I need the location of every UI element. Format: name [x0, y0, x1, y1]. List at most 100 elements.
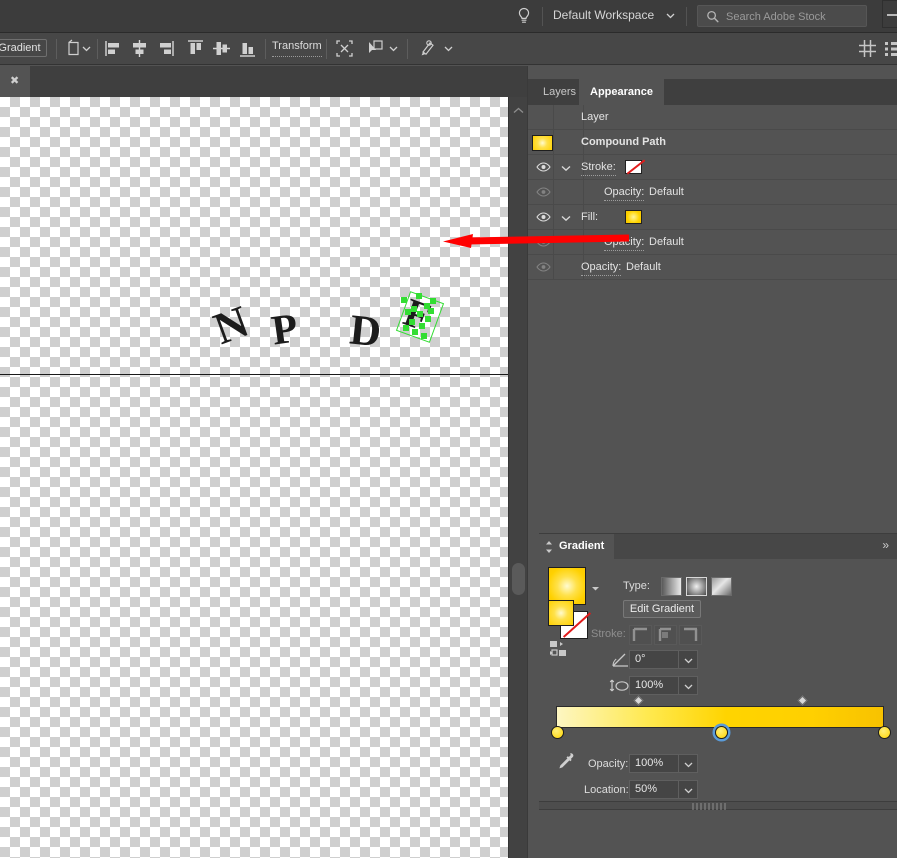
- scroll-up-icon[interactable]: [513, 105, 524, 117]
- stroke-along-icon[interactable]: [654, 625, 677, 645]
- appearance-row-label: Compound Path: [581, 136, 666, 148]
- opacity-value[interactable]: Default: [649, 230, 684, 255]
- gradient-aspect-field[interactable]: 100%: [629, 676, 698, 695]
- panel-resize-grip[interactable]: [539, 801, 897, 810]
- chevron-down-icon[interactable]: [561, 163, 571, 175]
- chevron-down-icon[interactable]: [678, 676, 697, 695]
- eyedropper-icon[interactable]: [554, 750, 576, 775]
- chevron-down-icon[interactable]: [678, 754, 697, 773]
- chevron-down-icon[interactable]: [82, 46, 91, 54]
- align-right-icon[interactable]: [155, 38, 176, 59]
- align-bottom-icon[interactable]: [237, 38, 258, 59]
- illustrator-window: Default Workspace Search Adobe Stock Gra…: [0, 0, 897, 858]
- chevron-down-icon[interactable]: [444, 46, 453, 54]
- gradient-stop-end[interactable]: [878, 726, 891, 739]
- gradient-slider-bar[interactable]: [556, 706, 884, 728]
- edit-gradient-button[interactable]: Edit Gradient: [623, 600, 701, 618]
- artwork-letter-d[interactable]: D: [348, 307, 384, 357]
- tab-gradient[interactable]: Gradient: [539, 534, 615, 559]
- search-adobe-stock-field[interactable]: Search Adobe Stock: [697, 5, 867, 27]
- appearance-row-compound-path[interactable]: Compound Path: [528, 130, 897, 155]
- appearance-row-object-opacity[interactable]: Opacity: Default: [528, 255, 897, 280]
- align-options-icon[interactable]: [883, 38, 897, 59]
- appearance-row-stroke-opacity[interactable]: Opacity: Default: [528, 180, 897, 205]
- angle-icon: [611, 652, 630, 671]
- gradient-opacity-field[interactable]: 100%: [629, 754, 698, 773]
- freeform-gradient-icon[interactable]: [711, 577, 732, 596]
- opacity-label[interactable]: Opacity:: [581, 260, 622, 276]
- close-icon[interactable]: ✖: [10, 76, 19, 87]
- align-left-icon[interactable]: [103, 38, 124, 59]
- align-center-vertical-icon[interactable]: [211, 38, 232, 59]
- artwork-letter-n[interactable]: N: [207, 296, 255, 354]
- gradient-stop-start[interactable]: [551, 726, 564, 739]
- minimize-button[interactable]: [882, 0, 897, 28]
- updown-arrows-icon[interactable]: [545, 539, 553, 564]
- gradient-midpoint[interactable]: [633, 695, 644, 706]
- stroke-none-swatch[interactable]: [625, 159, 646, 175]
- fill-gradient-swatch[interactable]: [625, 210, 642, 224]
- right-panel-dock: Layers Appearance Layer Compound Path St…: [527, 66, 897, 858]
- panel-menu-icon[interactable]: »: [882, 538, 889, 552]
- artboard-canvas[interactable]: N P D F: [0, 97, 508, 858]
- stroke-within-icon[interactable]: [629, 625, 652, 645]
- visibility-eye-icon[interactable]: [536, 161, 551, 176]
- opacity-label[interactable]: Opacity:: [604, 235, 645, 251]
- opacity-value[interactable]: Default: [626, 255, 661, 280]
- gradient-opacity-value: 100%: [635, 757, 664, 769]
- chevron-down-icon[interactable]: [561, 213, 571, 225]
- gradient-panel-tab-row: Gradient »: [539, 534, 897, 559]
- search-icon: [706, 10, 720, 27]
- transform-button[interactable]: Transform: [272, 39, 322, 57]
- gradient-angle-value: 0°: [635, 653, 646, 665]
- gradient-location-label: Location:: [584, 784, 629, 796]
- appearance-row-stroke[interactable]: Stroke:: [528, 155, 897, 180]
- linear-gradient-icon[interactable]: [661, 577, 682, 596]
- lightbulb-icon[interactable]: [516, 7, 532, 25]
- visibility-eye-icon[interactable]: [536, 261, 551, 276]
- visibility-eye-icon[interactable]: [536, 236, 551, 251]
- chevron-down-icon[interactable]: [666, 13, 675, 21]
- isolate-selection-icon[interactable]: [334, 38, 355, 59]
- gradient-location-field[interactable]: 50%: [629, 780, 698, 799]
- gradient-angle-field[interactable]: 0°: [629, 650, 698, 669]
- gradient-midpoint[interactable]: [797, 695, 808, 706]
- visibility-eye-icon[interactable]: [536, 211, 551, 226]
- distribute-spacing-icon[interactable]: [857, 38, 878, 59]
- workspace-switcher[interactable]: Default Workspace: [553, 8, 654, 25]
- chevron-down-icon[interactable]: [678, 650, 697, 669]
- chevron-down-icon[interactable]: [591, 583, 600, 595]
- artwork-letter-p[interactable]: P: [269, 305, 301, 354]
- appearance-rows: Layer Compound Path Stroke: Opacity: Def…: [528, 105, 897, 280]
- gradient-panel: Gradient » Type: Edit Gradient Stroke: 0…: [539, 533, 897, 800]
- align-center-horizontal-icon[interactable]: [129, 38, 150, 59]
- opacity-value[interactable]: Default: [649, 180, 684, 205]
- gradient-stop-middle-selected[interactable]: [715, 726, 728, 739]
- stroke-across-icon[interactable]: [679, 625, 702, 645]
- recolor-artwork-icon[interactable]: [417, 38, 438, 59]
- appearance-row-layer[interactable]: Layer: [528, 105, 897, 130]
- gradient-type-label: Type:: [623, 580, 650, 592]
- canvas-vertical-scrollbar[interactable]: [508, 97, 527, 858]
- visibility-eye-icon[interactable]: [536, 186, 551, 201]
- radial-gradient-icon[interactable]: [686, 577, 707, 596]
- align-top-icon[interactable]: [185, 38, 206, 59]
- select-similar-icon[interactable]: [365, 38, 386, 59]
- scrollbar-thumb[interactable]: [512, 563, 525, 595]
- appearance-row-fill-opacity[interactable]: Opacity: Default: [528, 230, 897, 255]
- aspect-ratio-icon: [609, 677, 630, 697]
- object-thumbnail-swatch[interactable]: [532, 135, 553, 151]
- appearance-row-label[interactable]: Stroke:: [581, 160, 616, 176]
- opacity-label[interactable]: Opacity:: [604, 185, 645, 201]
- chevron-down-icon[interactable]: [678, 780, 697, 799]
- document-tab-strip: ✖: [0, 66, 527, 97]
- appearance-row-fill[interactable]: Fill:: [528, 205, 897, 230]
- appearance-row-label[interactable]: Fill:: [581, 205, 598, 230]
- document-tab[interactable]: ✖: [0, 66, 30, 97]
- gradient-button[interactable]: Gradient: [0, 39, 47, 57]
- reverse-gradient-icon[interactable]: [549, 640, 575, 661]
- fill-swatch[interactable]: [548, 600, 574, 626]
- tab-appearance[interactable]: Appearance: [579, 79, 664, 105]
- chevron-down-icon[interactable]: [389, 46, 398, 54]
- artwork-text-group[interactable]: N P D F: [0, 97, 508, 397]
